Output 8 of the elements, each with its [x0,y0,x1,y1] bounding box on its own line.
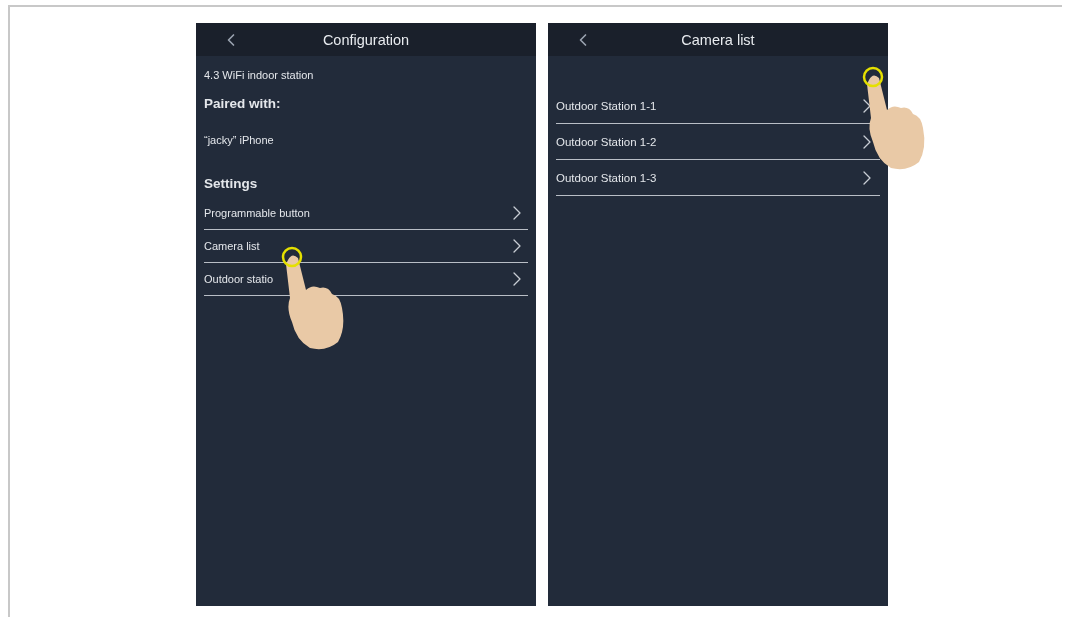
settings-item[interactable]: Programmable button [204,197,528,230]
device-name: 4.3 WiFi indoor station [204,69,315,81]
camera-item[interactable]: Outdoor Station 1-3 [556,160,880,196]
screen-title: Camera list [681,31,755,48]
section-heading: Paired with: [204,96,282,111]
section-heading: Settings [204,176,259,191]
screen-title: Configuration [322,31,410,48]
paired-device: “jacky” iPhone [204,134,275,146]
